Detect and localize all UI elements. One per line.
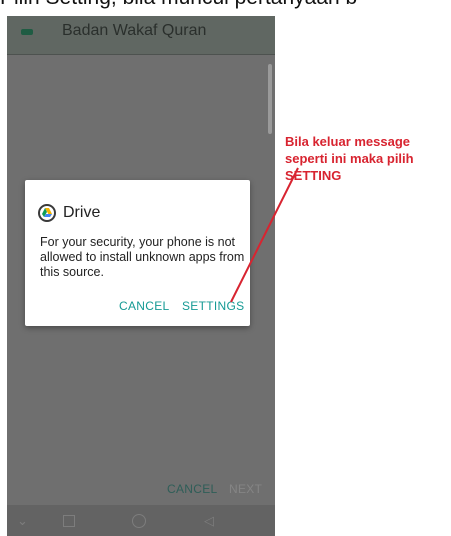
dialog-message: For your security, your phone is not all… [40,235,245,279]
chevron-down-icon[interactable]: ⌄ [17,515,28,528]
annotation-line-2: seperti ini maka pilih [285,151,414,166]
annotation-line-1: Bila keluar message [285,134,411,149]
app-bar: Badan Wakaf Quran [7,16,275,55]
cancel-button[interactable]: CANCEL [119,299,169,313]
back-icon[interactable]: ◁ [204,515,214,528]
instruction-caption: Pilih Setting, bila muncul pertanyaan b [0,0,451,16]
home-icon[interactable] [132,514,146,528]
background-next-button[interactable]: NEXT [229,482,262,496]
settings-button[interactable]: SETTINGS [182,299,244,313]
app-icon [21,29,33,35]
google-drive-icon [38,204,56,222]
dialog-title: Drive [63,204,101,221]
google-drive-glyph [42,208,52,217]
install-blocked-dialog: Drive For your security, your phone is n… [25,180,250,326]
annotation-text: Bila keluar message seperti ini maka pil… [285,133,445,184]
annotation-line-3: SETTING [285,168,342,183]
scrollbar[interactable] [268,64,272,134]
recents-icon[interactable] [63,515,75,527]
background-actions: CANCEL NEXT [7,478,275,498]
app-bar-title: Badan Wakaf Quran [62,22,207,39]
navigation-bar: ⌄ ◁ [7,505,275,536]
background-cancel-button[interactable]: CANCEL [167,482,217,496]
